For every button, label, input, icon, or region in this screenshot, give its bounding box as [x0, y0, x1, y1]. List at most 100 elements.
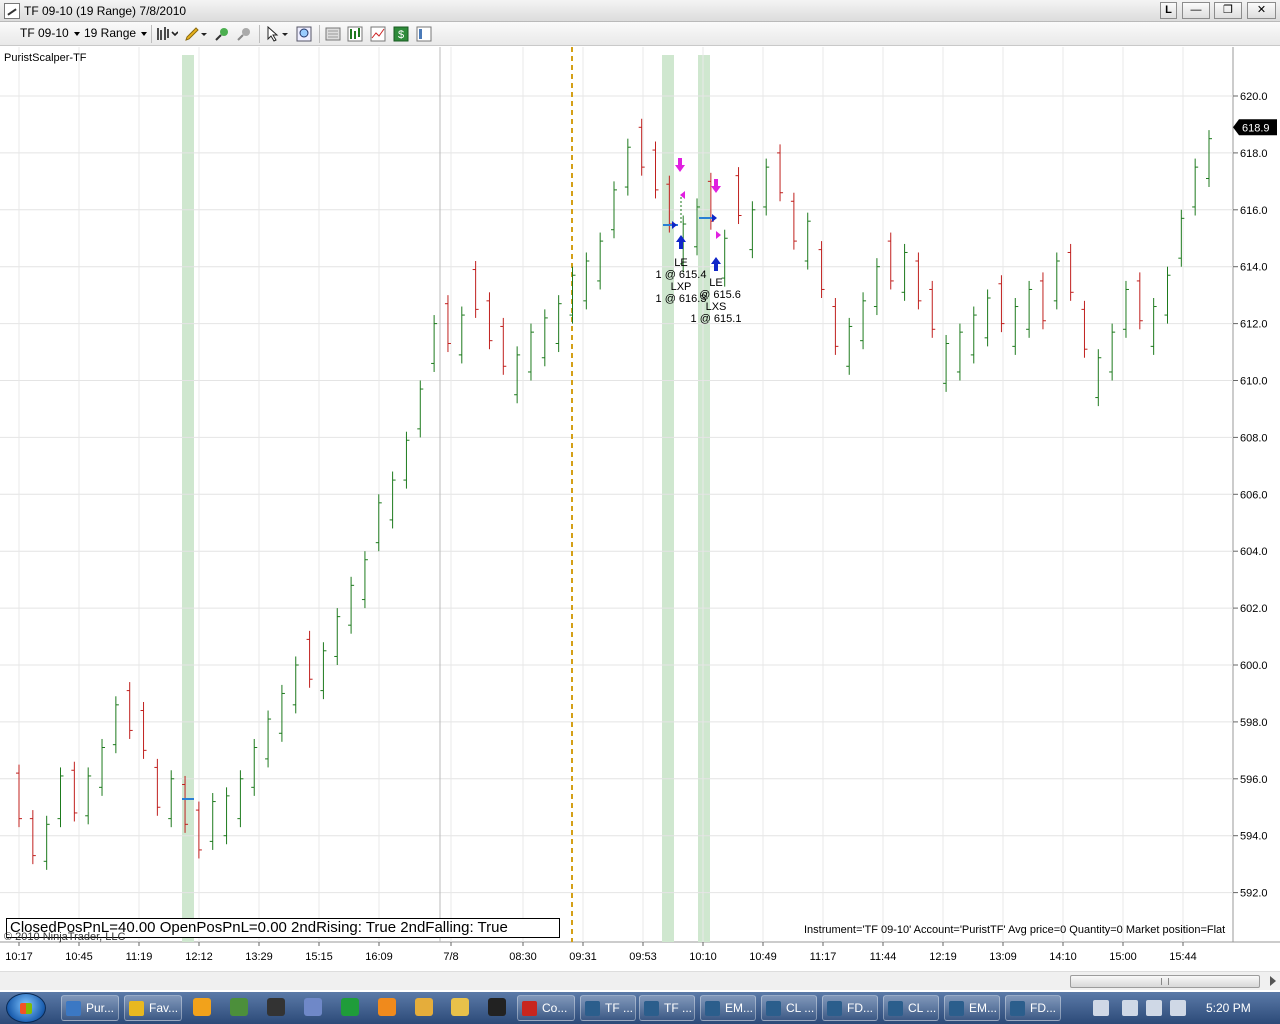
window-app-icon — [1010, 1001, 1025, 1016]
data-box-icon[interactable] — [325, 26, 341, 42]
taskbar-window-button[interactable]: Pur... — [61, 995, 119, 1021]
target-app-icon[interactable] — [488, 998, 506, 1016]
time-tick-label: 10:45 — [65, 951, 93, 963]
firefox-icon[interactable] — [415, 998, 433, 1016]
indicators-icon[interactable] — [370, 26, 386, 42]
price-tick-label: 600.0 — [1240, 660, 1268, 672]
horizontal-scrollbar[interactable] — [0, 971, 1280, 990]
indicator-label: PuristScalper-TF — [4, 52, 87, 64]
signal-highlight-band — [662, 55, 674, 942]
chevron-down-icon — [73, 31, 80, 36]
taskbar-button-label: FD... — [1030, 1001, 1056, 1015]
window-app-icon — [827, 1001, 842, 1016]
signal-highlight-band — [698, 55, 710, 942]
close-button[interactable]: ✕ — [1247, 2, 1276, 19]
taskbar-window-button[interactable]: EM... — [700, 995, 756, 1021]
price-tick-label: 618.0 — [1240, 148, 1268, 160]
window-title: TF 09-10 (19 Range) 7/8/2010 — [24, 4, 187, 18]
link-button[interactable]: L — [1160, 2, 1177, 19]
tray-network-icon[interactable] — [1146, 1000, 1162, 1016]
period-label: 19 Range — [84, 26, 137, 40]
network-icon[interactable] — [304, 998, 322, 1016]
cursor-icon[interactable] — [265, 26, 289, 42]
taskbar-window-button[interactable]: TF ... — [580, 995, 636, 1021]
taskbar-window-button[interactable]: FD... — [822, 995, 878, 1021]
window-app-icon — [129, 1001, 144, 1016]
instrument-selector[interactable]: TF 09-10 — [20, 26, 80, 40]
minimize-button[interactable]: — — [1182, 2, 1210, 19]
chevron-down-icon — [141, 31, 148, 36]
tray-flag-icon[interactable] — [1122, 1000, 1138, 1016]
time-tick-label: 15:44 — [1169, 951, 1197, 963]
tray-volume-icon[interactable] — [1170, 1000, 1186, 1016]
scroll-thumb[interactable] — [1070, 975, 1260, 988]
taskbar-window-button[interactable]: CL ... — [761, 995, 817, 1021]
svg-text:$: $ — [398, 29, 404, 41]
trade-label: LE — [674, 257, 687, 269]
time-tick-label: 13:09 — [989, 951, 1017, 963]
trade-label: @ 615.6 — [699, 289, 741, 301]
last-price-label: 618.9 — [1242, 122, 1270, 134]
time-tick-label: 16:09 — [365, 951, 393, 963]
notes-icon[interactable] — [451, 998, 469, 1016]
toolbar-divider — [319, 25, 320, 43]
taskbar-button-label: FD... — [847, 1001, 873, 1015]
drawing-pencil-icon[interactable] — [184, 26, 208, 42]
time-tick-label: 09:31 — [569, 951, 597, 963]
taskbar-window-button[interactable]: TF ... — [639, 995, 695, 1021]
price-tick-label: 616.0 — [1240, 205, 1268, 217]
price-tick-label: 604.0 — [1240, 546, 1268, 558]
chart-app-icon — [4, 3, 20, 19]
window-app-icon — [705, 1001, 720, 1016]
zoom-in-icon[interactable] — [214, 26, 230, 42]
scroll-right-arrow-icon[interactable] — [1270, 976, 1276, 986]
taskbar-window-button[interactable]: CL ... — [883, 995, 939, 1021]
grip-icon — [1161, 978, 1169, 985]
bar-type-icon[interactable] — [156, 26, 178, 42]
period-selector[interactable]: 19 Range — [84, 26, 148, 40]
window-app-icon — [644, 1001, 659, 1016]
time-tick-label: 10:10 — [689, 951, 717, 963]
time-tick-label: 10:49 — [749, 951, 777, 963]
start-button[interactable] — [6, 993, 46, 1023]
taskbar-button-label: Pur... — [86, 1001, 115, 1015]
magnifier-icon[interactable] — [296, 26, 312, 42]
tray-printer-icon[interactable] — [1093, 1000, 1109, 1016]
time-tick-label: 12:12 — [185, 951, 213, 963]
taskbar-window-button[interactable]: Fav... — [124, 995, 182, 1021]
vlc-icon[interactable] — [378, 998, 396, 1016]
time-tick-label: 10:17 — [5, 951, 33, 963]
window-app-icon — [522, 1001, 537, 1016]
chart-toolbar: TF 09-10 19 Range $ — [0, 22, 1280, 46]
dollar-icon[interactable]: $ — [393, 26, 409, 42]
chart-panel[interactable]: 620.0 618.0 616.0 614.0 612.0 610.0 608.0 606.0… — [0, 47, 1280, 968]
trade-label: 1 @ 615.4 — [656, 269, 707, 281]
time-tick-label: 08:30 — [509, 951, 537, 963]
taskbar-clock[interactable]: 5:20 PM — [1206, 1001, 1251, 1015]
taskbar-window-button[interactable]: EM... — [944, 995, 1000, 1021]
price-tick-label: 598.0 — [1240, 717, 1268, 729]
price-tick-label: 614.0 — [1240, 262, 1268, 274]
taskbar-button-label: CL ... — [908, 1001, 937, 1015]
taskbar-button-label: EM... — [725, 1001, 754, 1015]
price-chart[interactable]: 620.0 618.0 616.0 614.0 612.0 610.0 608.0 606.0… — [0, 47, 1280, 968]
window-app-icon — [585, 1001, 600, 1016]
taskbar-button-label: CL ... — [786, 1001, 815, 1015]
restore-button[interactable]: ❐ — [1214, 2, 1242, 19]
spreadsheet-icon[interactable] — [230, 998, 248, 1016]
strategy-icon[interactable] — [347, 26, 363, 42]
price-tick-label: 592.0 — [1240, 888, 1268, 900]
time-tick-label: 14:10 — [1049, 951, 1077, 963]
media-player-icon[interactable] — [193, 998, 211, 1016]
taskbar-button-label: EM... — [969, 1001, 998, 1015]
zoom-out-icon[interactable] — [236, 26, 252, 42]
properties-icon[interactable] — [416, 26, 432, 42]
camera-icon[interactable] — [267, 998, 285, 1016]
taskbar-button-label: Co... — [542, 1001, 568, 1015]
time-tick-label: 13:29 — [245, 951, 273, 963]
price-tick-label: 596.0 — [1240, 774, 1268, 786]
green-app-icon[interactable] — [341, 998, 359, 1016]
taskbar-window-button[interactable]: Co... — [517, 995, 575, 1021]
taskbar-window-button[interactable]: FD... — [1005, 995, 1061, 1021]
time-tick-label: 11:44 — [870, 951, 897, 963]
